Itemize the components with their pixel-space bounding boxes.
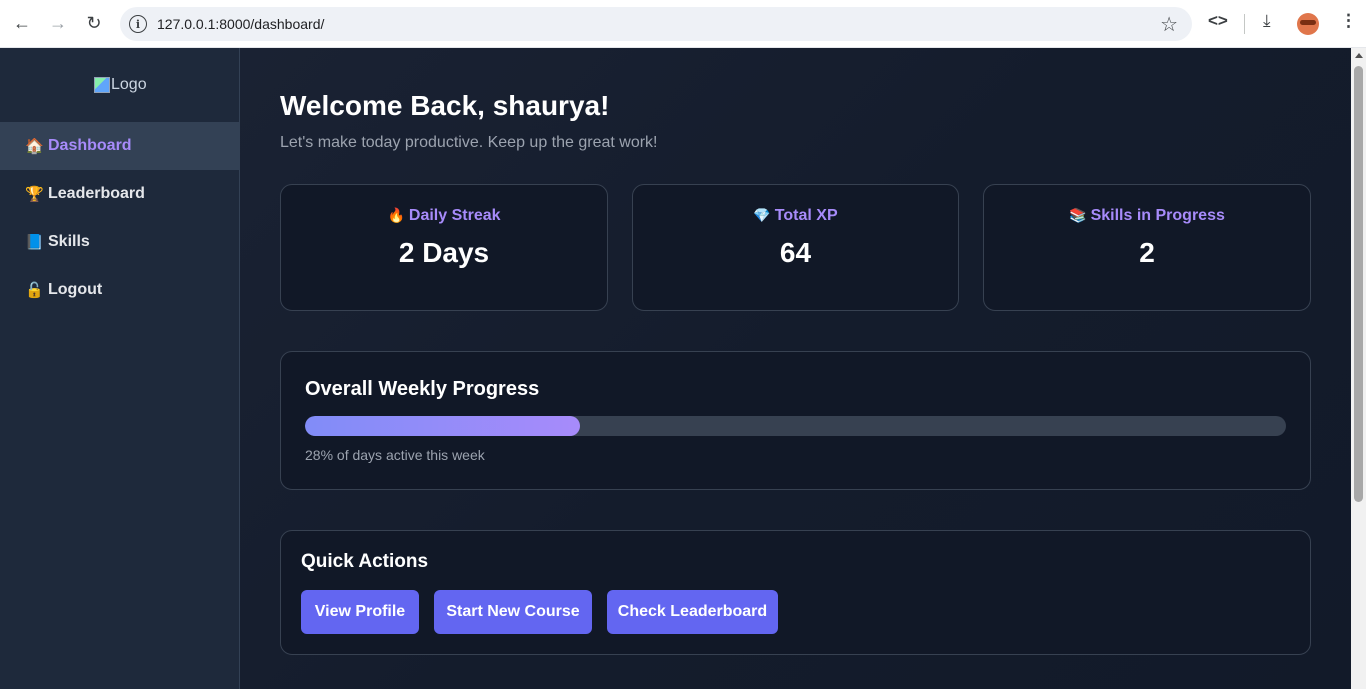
sidebar-item-leaderboard[interactable]: 🏆 Leaderboard [0,170,239,218]
stat-label-text: Skills in Progress [1090,207,1225,224]
quick-actions-title: Quick Actions [301,551,429,572]
logo: Logo [94,76,147,94]
stat-value: 2 Days [398,237,490,268]
gem-icon: 💎 [753,208,771,224]
sidebar: Logo 🏠 Dashboard 🏆 Leaderboard 📘 Skills … [0,48,240,689]
progress-caption: 28% of days active this week [305,447,485,463]
bookmark-star-icon[interactable]: ☆ [1160,12,1178,37]
stat-label: 📚 Skills in Progress [984,207,1310,225]
site-info-icon[interactable]: i [129,15,147,33]
quick-actions-card: Quick Actions View Profile Start New Cou… [280,530,1311,655]
stat-label: 💎 Total XP [633,207,958,225]
stat-label: 🔥 Daily Streak [281,207,607,225]
reload-icon[interactable]: ↻ [80,9,108,37]
main-content: Welcome Back, shaurya! Let's make today … [240,48,1351,689]
fire-icon: 🔥 [387,208,405,224]
forward-arrow-icon[interactable]: → [44,9,72,37]
book-icon: 📘 [25,233,44,251]
weekly-progress-card: Overall Weekly Progress 28% of days acti… [280,351,1311,490]
logo-alt-text: Logo [111,76,147,93]
page-scrollbar[interactable] [1351,48,1366,689]
trophy-icon: 🏆 [25,185,44,203]
stat-card-daily-streak: 🔥 Daily Streak 2 Days [280,184,608,311]
page-subtitle: Let's make today productive. Keep up the… [280,134,658,151]
sidebar-item-logout[interactable]: 🔓 Logout [0,266,239,314]
page-title: Welcome Back, shaurya! [280,90,610,121]
stat-value: 2 [1139,237,1155,268]
download-icon[interactable]: ⤓ [1263,11,1271,31]
sidebar-item-dashboard[interactable]: 🏠 Dashboard [0,122,239,170]
scroll-up-icon[interactable] [1355,53,1363,58]
profile-avatar[interactable] [1297,13,1319,35]
back-arrow-icon[interactable]: ← [8,9,36,37]
sidebar-item-label: Dashboard [48,137,132,154]
check-leaderboard-button[interactable]: Check Leaderboard [607,590,778,634]
address-bar-url[interactable]: 127.0.0.1:8000/dashboard/ [157,16,324,32]
stat-label-text: Daily Streak [408,207,501,224]
stat-value: 64 [779,237,812,268]
view-profile-button[interactable]: View Profile [301,590,419,634]
unlock-icon: 🔓 [25,281,44,299]
sidebar-item-skills[interactable]: 📘 Skills [0,218,239,266]
sidebar-item-label: Skills [48,233,90,250]
stat-label-text: Total XP [774,207,838,224]
scrollbar-thumb[interactable] [1354,66,1363,502]
menu-kebab-icon[interactable]: ⋮ [1340,11,1357,31]
stat-card-total-xp: 💎 Total XP 64 [632,184,959,311]
books-icon: 📚 [1069,208,1087,224]
progress-bar [305,416,1286,436]
sidebar-item-label: Leaderboard [48,185,145,202]
progress-title: Overall Weekly Progress [305,378,540,400]
browser-toolbar: ← → ↻ i 127.0.0.1:8000/dashboard/ ☆ <> ⤓… [0,0,1366,48]
sidebar-item-label: Logout [48,281,103,298]
stat-card-skills-in-progress: 📚 Skills in Progress 2 [983,184,1311,311]
start-new-course-button[interactable]: Start New Course [434,590,592,634]
toolbar-divider [1244,14,1245,34]
progress-bar-fill [305,416,580,436]
code-icon[interactable]: <> [1208,11,1228,31]
broken-image-icon [94,77,110,93]
home-icon: 🏠 [25,137,44,155]
address-bar[interactable]: i 127.0.0.1:8000/dashboard/ ☆ [120,7,1192,41]
